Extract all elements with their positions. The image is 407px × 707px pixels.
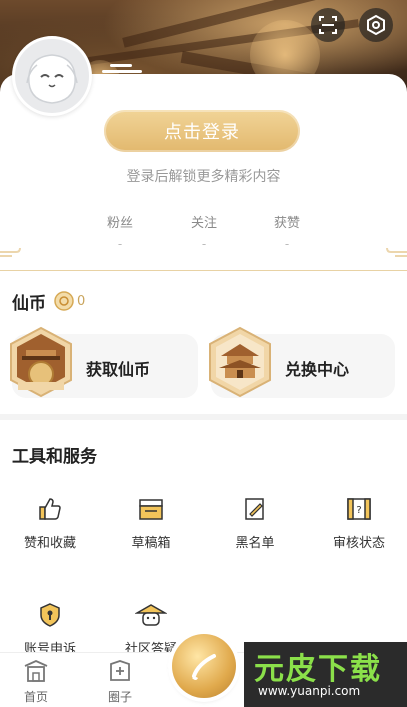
coin-pagoda-icon (10, 326, 72, 398)
stat-label: 关注 (190, 216, 217, 231)
tool-label: 黑名单 (235, 536, 275, 551)
drafts-box-icon (139, 499, 163, 520)
account-appeal-icon (40, 603, 60, 627)
coin-section: 仙币 0 获取仙币 兑换中心 (0, 270, 407, 414)
tool-label: 赞和收藏 (23, 536, 76, 551)
brush-icon (192, 654, 216, 680)
stat-value: - (117, 237, 123, 251)
tool-blacklist[interactable]: 黑名单 (205, 492, 305, 551)
home-icon (24, 660, 48, 682)
decor-dash (102, 70, 142, 73)
avatar[interactable] (12, 36, 92, 116)
stat-fans[interactable]: 粉丝 - (90, 212, 150, 251)
circle-icon (110, 660, 130, 681)
stat-label: 获赞 (273, 216, 300, 231)
avatar-mascot-icon (26, 54, 78, 104)
get-coins-card[interactable]: 获取仙币 (10, 326, 198, 398)
tools-section: 工具和服务 赞和收藏 草稿箱 黑名单 ? 审核状态 账号申诉 社区答疑 (0, 420, 407, 657)
get-coins-label: 获取仙币 (86, 360, 151, 379)
exchange-center-label: 兑换中心 (285, 360, 350, 379)
nav-home[interactable]: 首页 (6, 659, 66, 705)
watermark: 元皮下载 www.yuanpi.com (244, 642, 407, 707)
coin-title: 仙币 (12, 294, 46, 314)
stat-value: - (284, 237, 290, 251)
nav-label: 圈子 (107, 690, 132, 704)
scan-button[interactable] (311, 8, 345, 42)
exchange-center-card[interactable]: 兑换中心 (209, 326, 395, 398)
tool-account-appeal[interactable]: 账号申诉 (0, 598, 100, 657)
login-button[interactable]: 点击登录 (104, 110, 300, 152)
settings-button[interactable] (359, 8, 393, 42)
tool-drafts[interactable]: 草稿箱 (101, 492, 201, 551)
tools-title: 工具和服务 (12, 447, 97, 467)
scan-icon (319, 16, 337, 34)
watermark-title: 元皮下载 (254, 652, 382, 687)
nav-circle[interactable]: 圈子 (90, 659, 150, 705)
thumbs-up-icon (39, 498, 61, 520)
stat-value: - (201, 237, 207, 251)
nav-label: 首页 (23, 690, 48, 704)
coin-balance: 0 (54, 291, 85, 311)
pagoda-icon (209, 326, 271, 398)
login-hint: 登录后解锁更多精彩内容 (126, 169, 281, 185)
cloud-decor-icon (0, 247, 21, 257)
settings-icon (367, 15, 385, 35)
community-qa-icon (135, 604, 167, 626)
review-status-icon: ? (347, 498, 371, 520)
tool-likes-favorites[interactable]: 赞和收藏 (0, 492, 100, 551)
tool-review-status[interactable]: ? 审核状态 (309, 492, 407, 551)
tool-label: 审核状态 (332, 536, 385, 551)
blacklist-icon (245, 498, 264, 520)
decor-dash (110, 64, 132, 67)
tool-label: 草稿箱 (131, 536, 171, 551)
stat-label: 粉丝 (106, 216, 133, 231)
coin-balance-value: 0 (77, 293, 86, 309)
cloud-decor-icon (386, 247, 407, 257)
coin-icon (54, 291, 74, 311)
svg-text:?: ? (356, 505, 361, 516)
stat-following[interactable]: 关注 - (174, 212, 234, 251)
watermark-url: www.yuanpi.com (258, 684, 361, 698)
stat-likes[interactable]: 获赞 - (257, 212, 317, 251)
center-publish-button[interactable] (172, 634, 236, 698)
